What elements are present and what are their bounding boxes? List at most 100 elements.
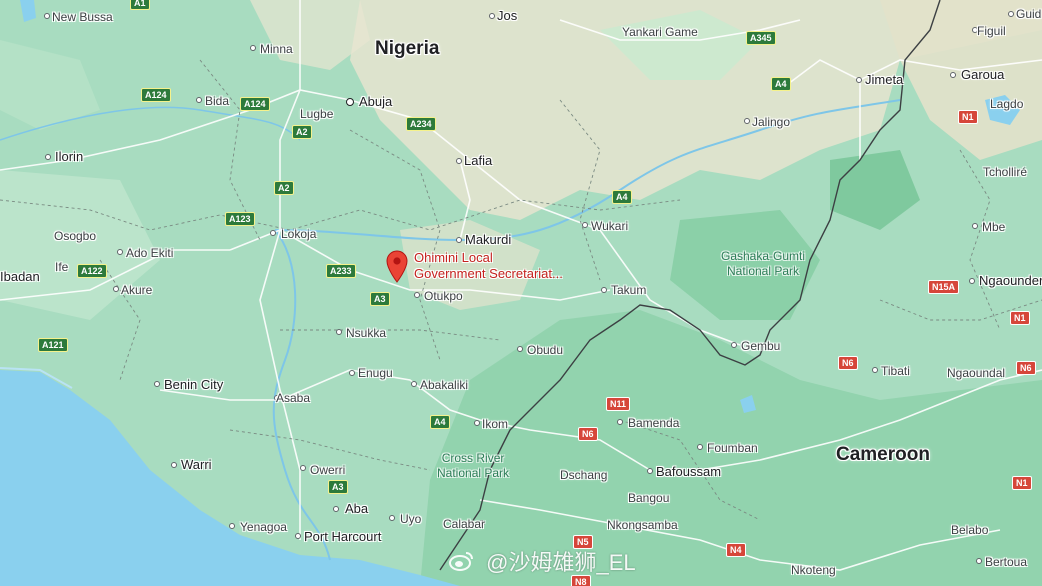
city-dot	[697, 444, 703, 450]
road-shield: A4	[771, 77, 791, 91]
city-label: Guid	[1016, 7, 1042, 21]
road-shield: N6	[1016, 361, 1036, 375]
city-label: Calabar	[443, 517, 486, 531]
park-label-cross-river: Cross River National Park	[437, 451, 509, 481]
road-shield: A233	[326, 264, 356, 278]
city-label: Makurdi	[465, 232, 512, 247]
city-label: Mbe	[982, 220, 1006, 234]
road-shield: N4	[726, 543, 746, 557]
city-dot	[1008, 11, 1014, 17]
city-dot	[950, 72, 956, 78]
capital-dot	[346, 98, 354, 106]
city-label: Osogbo	[54, 229, 97, 243]
city-label: Lokoja	[281, 227, 317, 241]
city-label: Ife	[55, 260, 69, 274]
road-shield: N11	[606, 397, 631, 411]
city-dot	[474, 420, 480, 426]
city-dot	[456, 237, 462, 243]
road-shield: N1	[958, 110, 978, 124]
city-dot	[154, 381, 160, 387]
city-dot	[411, 381, 417, 387]
city-dot	[333, 506, 339, 512]
city-label: Figuil	[977, 24, 1006, 38]
city-dot	[601, 287, 607, 293]
city-dot	[300, 465, 306, 471]
city-label: Gembu	[741, 339, 781, 353]
watermark: @沙姆雄狮_EL	[448, 545, 636, 578]
city-label: Yankari Game	[622, 25, 698, 39]
city-label: Ado Ekiti	[126, 246, 174, 260]
road-shield: A121	[38, 338, 68, 352]
city-label: Yenagoa	[240, 520, 287, 534]
city-label: Dschang	[560, 468, 608, 482]
place-label-line1: Ohimini Local	[414, 250, 493, 265]
map-canvas[interactable]: Nigeria Cameroon Gashaka-Gumti National …	[0, 0, 1042, 586]
city-label: Minna	[260, 42, 293, 56]
city-dot	[517, 346, 523, 352]
city-label: Lugbe	[300, 107, 334, 121]
city-label: Ilorin	[55, 149, 84, 164]
city-label: Nkoteng	[791, 563, 836, 577]
city-label: Owerri	[310, 463, 346, 477]
road-shield: A3	[328, 480, 348, 494]
city-label: Tibati	[881, 364, 910, 378]
city-label: Abuja	[359, 94, 393, 109]
city-dot	[456, 158, 462, 164]
city-dot	[489, 13, 495, 19]
city-dot	[113, 286, 119, 292]
city-label: Akure	[121, 283, 153, 297]
road-shield: N6	[578, 427, 598, 441]
road-shield: A124	[141, 88, 171, 102]
city-label: Belabo	[951, 523, 989, 537]
city-label: Bida	[205, 94, 230, 108]
country-label-nigeria: Nigeria	[375, 38, 440, 59]
city-label: Warri	[181, 457, 212, 472]
city-dot	[250, 45, 256, 51]
city-dot	[44, 13, 50, 19]
city-dot	[389, 515, 395, 521]
city-dot	[731, 342, 737, 348]
city-label: New Bussa	[52, 10, 113, 24]
city-dot	[744, 118, 750, 124]
city-dot	[336, 329, 342, 335]
road-shield: A122	[77, 264, 107, 278]
city-label: Uyo	[400, 512, 422, 526]
city-dot	[349, 370, 355, 376]
city-label: Port Harcourt	[304, 529, 382, 544]
city-label: Jos	[497, 8, 518, 23]
city-dot	[976, 558, 982, 564]
city-dot	[414, 292, 420, 298]
place-pin[interactable]	[385, 249, 409, 288]
road-shield: N15A	[928, 280, 960, 294]
city-dot	[45, 154, 51, 160]
city-dot	[117, 249, 123, 255]
city-label: Foumban	[707, 441, 758, 455]
place-label[interactable]: Ohimini Local Government Secretariat...	[414, 250, 563, 282]
city-label: Obudu	[527, 343, 564, 357]
road-shield: A124	[240, 97, 270, 111]
city-label: Jimeta	[865, 72, 904, 87]
road-shield: A2	[292, 125, 312, 139]
city-label: Bangou	[628, 491, 670, 505]
city-label: Abakaliki	[420, 378, 469, 392]
city-label: Takum	[611, 283, 647, 297]
city-label: Tcholliré	[983, 165, 1028, 179]
park-label-gashaka-gumti: Gashaka-Gumti National Park	[721, 249, 805, 279]
city-label: Ngaoundal	[947, 366, 1006, 380]
road-shield: A1	[130, 0, 150, 10]
city-dot	[872, 367, 878, 373]
road-shield: N1	[1012, 476, 1032, 490]
road-shield: N1	[1010, 311, 1030, 325]
road-shield: A234	[406, 117, 436, 131]
city-label: Asaba	[276, 391, 311, 405]
city-label: Ibadan	[0, 269, 40, 284]
city-label: Lagdo	[990, 97, 1024, 111]
country-label-cameroon: Cameroon	[836, 444, 930, 465]
city-label: Benin City	[164, 377, 224, 392]
weibo-logo-icon	[448, 550, 474, 578]
city-dot	[229, 523, 235, 529]
city-label: Bafoussam	[656, 464, 722, 479]
city-dot	[270, 230, 276, 236]
city-dot	[647, 468, 653, 474]
watermark-text: @沙姆雄狮_EL	[486, 550, 636, 575]
